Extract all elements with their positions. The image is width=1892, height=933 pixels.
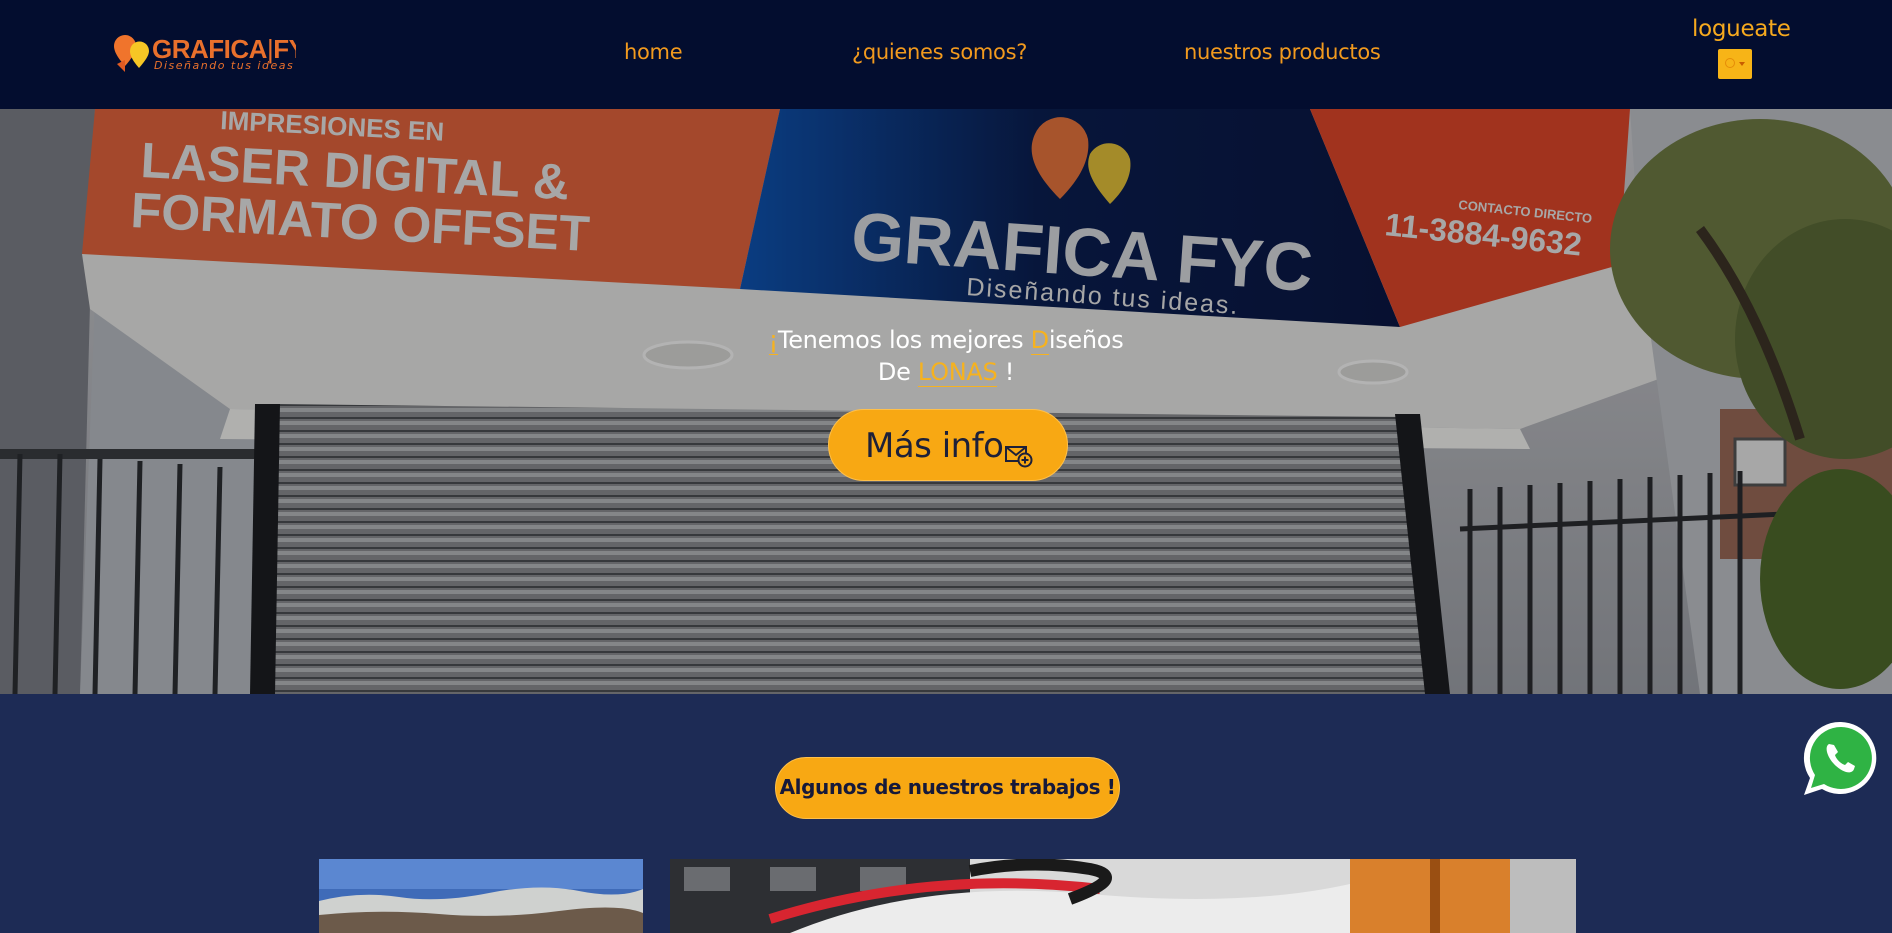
work-thumbnail[interactable] <box>319 859 643 933</box>
more-info-button[interactable]: Más info <box>828 409 1068 481</box>
page: GRAFICA|FYC Diseñando tus ideas home ¿qu… <box>0 0 1892 933</box>
hero-headline: ¡Tenemos los mejores Diseños De LONAS ! <box>696 324 1196 388</box>
hero-headline-line1: ¡Tenemos los mejores Diseños <box>768 326 1124 355</box>
work-photo-2 <box>670 859 1576 933</box>
logo-pins-icon <box>114 35 149 72</box>
brand-tagline: Diseñando tus ideas <box>154 59 295 72</box>
top-navbar: GRAFICA|FYC Diseñando tus ideas home ¿qu… <box>0 0 1892 109</box>
user-icon <box>1725 58 1735 68</box>
nav-about-link[interactable]: ¿quienes somos? <box>852 40 1027 64</box>
works-title-text: Algunos de nuestros trabajos ! <box>779 775 1116 799</box>
chevron-down-icon <box>1739 62 1745 66</box>
login-dropdown-button[interactable] <box>1718 49 1752 79</box>
hero-headline-line2: De LONAS ! <box>877 358 1015 387</box>
nav-products-link[interactable]: nuestros productos <box>1184 40 1381 64</box>
hero-dim-overlay <box>0 109 1892 694</box>
nav-home-link[interactable]: home <box>624 40 683 64</box>
mail-plus-icon <box>1005 446 1033 468</box>
more-info-label: Más info <box>865 426 1004 466</box>
work-thumbnail[interactable] <box>670 859 1576 933</box>
whatsapp-icon <box>1803 721 1877 795</box>
brand-logo[interactable]: GRAFICA|FYC Diseñando tus ideas <box>114 34 296 74</box>
login-label: logueate <box>1692 16 1791 42</box>
work-photo-1 <box>319 859 643 933</box>
works-section-title: Algunos de nuestros trabajos ! <box>775 757 1120 819</box>
whatsapp-button[interactable] <box>1798 716 1884 800</box>
hero-banner: IMPRESIONES EN LASER DIGITAL & FORMATO O… <box>0 109 1892 694</box>
